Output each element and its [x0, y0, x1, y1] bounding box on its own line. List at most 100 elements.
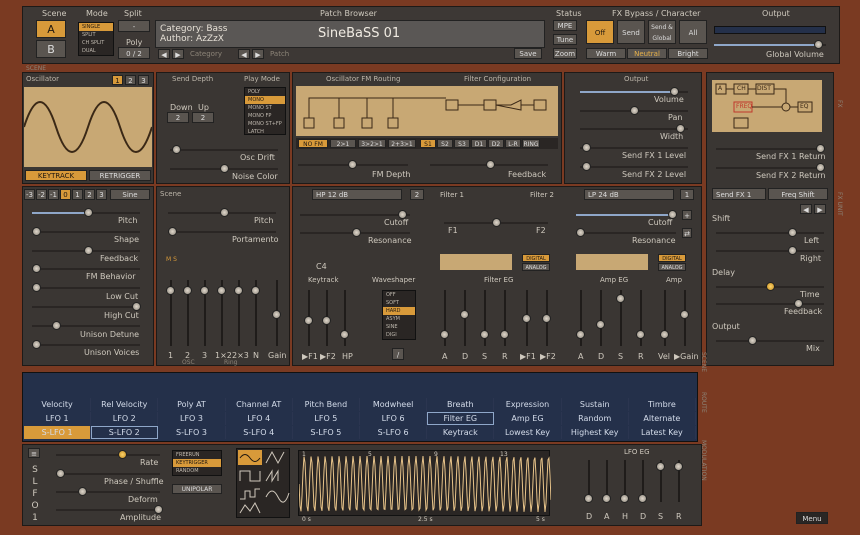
f1-cutoff-slider[interactable] [300, 210, 410, 219]
fm-mode-nofm[interactable]: NO FM [298, 139, 328, 148]
ws-item[interactable]: OFF [383, 291, 415, 299]
osc-type-select[interactable]: Sine [110, 189, 150, 200]
portamento-slider[interactable] [168, 227, 276, 236]
send-fx-select[interactable]: Send FX 1 [712, 188, 766, 200]
keytrack-faders[interactable] [300, 290, 356, 348]
delay-time-slider[interactable] [716, 282, 824, 291]
filter2-type-select[interactable]: LP 24 dB [584, 189, 674, 200]
f1-resonance-slider[interactable] [300, 228, 410, 237]
mod-source-lfo-0[interactable]: LFO 1 [24, 412, 92, 425]
play-mode-item[interactable]: MONO ST+FP [245, 120, 285, 128]
mod-source-slfo-9[interactable]: Latest Key [629, 426, 696, 439]
fx-send-global-button[interactable]: Send & Global [648, 20, 676, 44]
mod-source-slfo-8[interactable]: Highest Key [562, 426, 629, 439]
feedback-osc-slider[interactable] [32, 246, 140, 255]
play-mode-item[interactable]: LATCH [245, 128, 285, 136]
mod-source-slfo-4[interactable]: S-LFO 5 [293, 426, 360, 439]
lfo-rate-slider[interactable] [56, 450, 160, 459]
mode-item[interactable]: SPLIT [79, 31, 113, 39]
fx-send-button[interactable]: Send [617, 20, 645, 44]
play-mode-item[interactable]: MONO [245, 96, 285, 104]
main-menu-button[interactable]: Menu [796, 512, 828, 524]
down-value[interactable]: 2 [167, 112, 189, 123]
high-cut-slider[interactable] [32, 302, 141, 311]
amp-eg-digital[interactable]: DIGITAL [658, 254, 686, 262]
fx-off-button[interactable]: Off [586, 20, 614, 44]
filter-eg-digital[interactable]: DIGITAL [522, 254, 550, 262]
delay-feedback-slider[interactable] [716, 299, 824, 308]
tune-button[interactable]: Tune [553, 34, 577, 45]
mod-source-sources-4[interactable]: Pitch Bend [293, 398, 360, 411]
poly-value[interactable]: 0 / 2 [118, 47, 150, 59]
shift-left-slider[interactable] [716, 228, 824, 237]
mod-source-lfo-4[interactable]: LFO 5 [293, 412, 360, 425]
ws-item[interactable]: ASYM [383, 315, 415, 323]
mod-source-sources-2[interactable]: Poly AT [158, 398, 226, 411]
lfo-phase-slider[interactable] [56, 469, 160, 478]
octave-btn-active[interactable]: 0 [60, 189, 71, 200]
patch-prev-button[interactable]: ◀ [238, 49, 250, 59]
filter-eg-analog[interactable]: ANALOG [522, 263, 550, 271]
fm-behavior-slider[interactable] [32, 264, 140, 273]
shift-right-slider[interactable] [716, 246, 824, 255]
mix-slider[interactable] [716, 336, 824, 345]
mod-source-lfo-2[interactable]: LFO 3 [158, 412, 226, 425]
unison-detune-slider[interactable] [32, 321, 140, 330]
global-volume-slider[interactable] [714, 40, 826, 49]
mod-source-lfo-6[interactable]: Filter EG [427, 412, 495, 425]
fx-all-button[interactable]: All [679, 20, 707, 44]
mod-source-lfo-9[interactable]: Alternate [629, 412, 696, 425]
send-fx2-return-slider[interactable] [716, 163, 825, 172]
filter1-num[interactable]: 2 [410, 189, 424, 200]
fm-depth-slider[interactable] [298, 160, 408, 169]
filter-mode-item[interactable]: D2 [488, 139, 504, 148]
save-button[interactable]: Save [514, 48, 542, 59]
patch-next-button[interactable]: ▶ [252, 49, 264, 59]
mod-row-lfo[interactable]: LFO 1 LFO 2 LFO 3 LFO 4 LFO 5 LFO 6 Filter EG A… [24, 412, 696, 425]
waveshaper-display-button[interactable]: / [392, 348, 404, 360]
lfo-menu-icon[interactable]: ≡ [28, 448, 40, 458]
width-slider[interactable] [580, 124, 688, 133]
mod-source-sources-0[interactable]: Velocity [24, 398, 92, 411]
octave-btn[interactable]: 2 [84, 189, 95, 200]
fm-mode-item[interactable]: 3>2>1 [358, 139, 386, 148]
filter-link-button[interactable]: + [682, 210, 692, 220]
up-value[interactable]: 2 [192, 112, 214, 123]
filter1-type-select[interactable]: HP 12 dB [312, 189, 402, 200]
play-mode-item[interactable]: MONO FP [245, 112, 285, 120]
octave-btn[interactable]: 1 [72, 189, 83, 200]
char-bright-button[interactable]: Bright [668, 48, 708, 59]
ws-item[interactable]: DIGI [383, 331, 415, 339]
octave-btn[interactable]: -3 [24, 189, 35, 200]
osc-tab-3[interactable]: 3 [138, 75, 149, 85]
amp-eg-faders[interactable] [572, 290, 696, 348]
mode-item[interactable]: DUAL [79, 47, 113, 55]
split-value[interactable]: - [118, 20, 150, 32]
mod-source-slfo-6[interactable]: Keytrack [427, 426, 495, 439]
lfo-shape-grid[interactable] [236, 448, 290, 518]
ws-item[interactable]: SOFT [383, 299, 415, 307]
category-prev-button[interactable]: ◀ [158, 49, 170, 59]
mod-source-sources-7[interactable]: Expression [494, 398, 562, 411]
mode-item[interactable]: SINGLE [79, 23, 113, 31]
ws-item[interactable]: HARD [383, 307, 415, 315]
mod-source-slfo-0[interactable]: S-LFO 1 [24, 426, 92, 439]
filter-mode-item[interactable]: S2 [437, 139, 453, 148]
unipolar-button[interactable]: UNIPOLAR [172, 484, 222, 494]
mod-row-sources[interactable]: Velocity Rel Velocity Poly AT Channel AT Pit… [24, 398, 696, 411]
lfo-eg-faders[interactable] [582, 460, 692, 504]
mpe-button[interactable]: MPE [553, 20, 577, 31]
pitch-slider[interactable] [32, 208, 140, 217]
mod-source-sources-6[interactable]: Breath [427, 398, 495, 411]
filter-swap-button[interactable]: ⇄ [682, 228, 692, 238]
mod-source-sources-9[interactable]: Timbre [629, 398, 696, 411]
filter-eg-faders[interactable] [436, 290, 556, 348]
mod-source-lfo-8[interactable]: Random [562, 412, 629, 425]
keytrack-button[interactable]: KEYTRACK [25, 170, 87, 181]
mod-source-lfo-1[interactable]: LFO 2 [91, 412, 159, 425]
mod-row-slfo[interactable]: S-LFO 1 S-LFO 2 S-LFO 3 S-LFO 4 S-LFO 5 S-LFO… [24, 426, 696, 439]
trigger-item[interactable]: KEYTRIGGER [173, 459, 221, 467]
mod-source-slfo-1[interactable]: S-LFO 2 [91, 426, 159, 439]
unison-voices-slider[interactable] [32, 340, 140, 349]
mod-source-lfo-3[interactable]: LFO 4 [226, 412, 293, 425]
